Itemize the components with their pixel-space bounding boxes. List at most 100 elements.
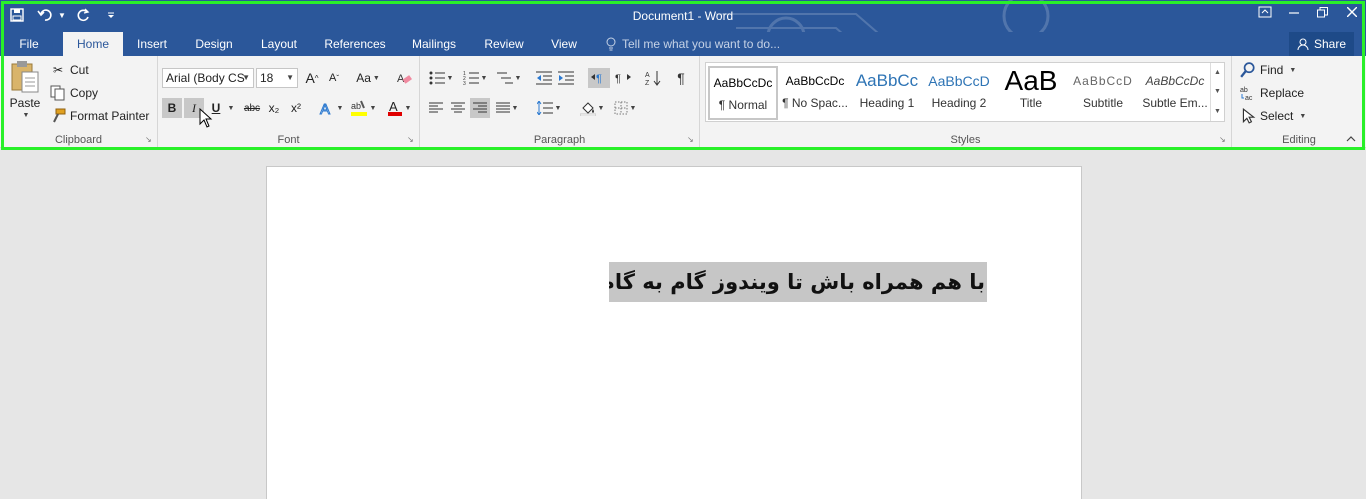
minimize-button[interactable] [1279, 0, 1308, 24]
share-button[interactable]: Share [1288, 32, 1354, 56]
style-subtle-emphasis[interactable]: AaBbCcDc Subtle Em... [1140, 66, 1210, 120]
borders-icon [614, 101, 628, 115]
font-size-value: 18 [260, 71, 274, 85]
show-hide-marks-button[interactable]: ¶ [670, 68, 692, 88]
format-painter-button[interactable]: Format Painter [50, 106, 149, 126]
gallery-more-icon[interactable]: ▼ [1214, 108, 1221, 115]
align-center-button[interactable] [448, 98, 468, 118]
numbering-button[interactable]: 123 ▼ [460, 68, 490, 88]
pointer-icon [1242, 108, 1256, 124]
bold-button[interactable]: B [162, 98, 182, 118]
replace-button[interactable]: ab ac Replace [1240, 83, 1304, 103]
font-launcher-icon[interactable]: ↘ [407, 136, 415, 144]
styles-group: AaBbCcDc ¶ Normal AaBbCcDc ¶ No Spac... … [700, 56, 1232, 148]
svg-text:Z: Z [645, 80, 650, 86]
word-window: ▼ Document1 - Word File Home Insert Desi… [0, 0, 1366, 499]
tab-layout[interactable]: Layout [254, 32, 304, 56]
tab-view[interactable]: View [546, 32, 582, 56]
superscript-button[interactable]: x² [286, 98, 306, 118]
align-left-icon [429, 102, 443, 113]
select-button[interactable]: Select ▼ [1240, 106, 1306, 126]
close-button[interactable] [1337, 0, 1366, 24]
style-normal[interactable]: AaBbCcDc ¶ Normal [708, 66, 778, 120]
svg-text:A: A [389, 99, 398, 114]
change-case-dropdown-icon: ▼ [372, 74, 380, 82]
shading-button[interactable]: ▼ [576, 98, 608, 118]
find-button[interactable]: Find ▼ [1240, 60, 1296, 80]
tab-mailings[interactable]: Mailings [406, 32, 462, 56]
style-heading-1[interactable]: AaBbCc Heading 1 [852, 66, 922, 120]
style-preview: AaBbCcDc [1145, 74, 1205, 88]
text-effects-icon: A [319, 101, 330, 117]
paragraph-launcher-icon[interactable]: ↘ [687, 136, 695, 144]
style-preview: AaB [1004, 66, 1058, 96]
decrease-indent-button[interactable] [534, 68, 554, 88]
numbering-dropdown-icon: ▼ [480, 74, 488, 82]
font-size-combo[interactable]: 18 ▼ [256, 68, 298, 88]
tab-design[interactable]: Design [190, 32, 238, 56]
style-name: Title [1019, 96, 1043, 110]
clear-formatting-button[interactable]: A [394, 68, 414, 88]
subscript-button[interactable]: x₂ [264, 98, 284, 118]
minimize-icon [1288, 12, 1299, 14]
restore-button[interactable] [1308, 0, 1337, 24]
paste-button[interactable]: Paste ▼ [6, 60, 44, 126]
svg-text:ab: ab [1240, 87, 1248, 94]
style-heading-2[interactable]: AaBbCcD Heading 2 [924, 66, 994, 120]
borders-button[interactable]: ▼ [610, 98, 640, 118]
rtl-direction-button[interactable]: ¶ [612, 68, 634, 88]
tab-home[interactable]: Home [63, 32, 123, 56]
gallery-down-icon[interactable]: ▼ [1214, 88, 1221, 95]
select-dropdown-icon: ▼ [1299, 112, 1307, 120]
justify-button[interactable]: ▼ [492, 98, 522, 118]
line-spacing-button[interactable]: ▼ [534, 98, 564, 118]
strikethrough-button[interactable]: abc [240, 98, 264, 118]
share-label: Share [1313, 37, 1346, 51]
collapse-ribbon-icon[interactable] [1346, 134, 1356, 145]
style-no-spacing[interactable]: AaBbCcDc ¶ No Spac... [780, 66, 850, 120]
align-left-button[interactable] [426, 98, 446, 118]
paragraph-group: ▼ 123 ▼ ▼ ¶ ¶ AZ ¶ ▼ ▼ ▼ ▼ Paragraph ↘ [420, 56, 700, 148]
increase-indent-button[interactable] [556, 68, 576, 88]
sort-button[interactable]: AZ [642, 68, 664, 88]
highlight-dropdown-icon: ▼ [369, 104, 377, 112]
gallery-up-icon[interactable]: ▲ [1214, 69, 1221, 76]
change-case-button[interactable]: Aa ▼ [352, 68, 384, 88]
highlighter-icon: ab [350, 100, 367, 116]
eraser-icon: A [397, 73, 412, 85]
tab-review[interactable]: Review [480, 32, 528, 56]
tab-file[interactable]: File [8, 32, 50, 56]
justify-dropdown-icon: ▼ [511, 104, 519, 112]
underline-dropdown-icon[interactable]: ▼ [224, 98, 236, 118]
styles-group-label: Styles [950, 134, 981, 146]
document-page[interactable]: با هم همراه باش تا ویندوز گام به گام یاد… [266, 166, 1082, 499]
paragraph-group-label: Paragraph [533, 134, 586, 146]
font-group-label: Font [277, 134, 300, 146]
bullets-button[interactable]: ▼ [426, 68, 456, 88]
shrink-font-icon: A [328, 72, 337, 84]
grow-font-button[interactable]: A ^ [302, 68, 322, 88]
copy-button[interactable]: Copy [50, 83, 98, 103]
style-title[interactable]: AaB Title [996, 66, 1066, 120]
shrink-font-button[interactable]: Aˇ [324, 68, 344, 88]
highlight-color-button[interactable]: ab ▼ [348, 98, 378, 118]
tell-me-box[interactable]: Tell me what you want to do... [606, 32, 780, 56]
tab-insert[interactable]: Insert [130, 32, 174, 56]
svg-text:A: A [320, 101, 330, 116]
multilevel-list-button[interactable]: ▼ [494, 68, 524, 88]
selected-text[interactable]: با هم همراه باش تا ویندوز گام به گام یاد… [609, 262, 987, 302]
ribbon-display-options-button[interactable] [1250, 0, 1279, 24]
font-color-button[interactable]: A ▼ [384, 98, 414, 118]
font-size-dropdown-icon: ▼ [286, 73, 294, 82]
clipboard-launcher-icon[interactable]: ↘ [145, 136, 153, 144]
tab-references[interactable]: References [320, 32, 390, 56]
decrease-indent-icon [536, 71, 552, 85]
cut-button[interactable]: ✂ Cut [50, 60, 89, 80]
font-name-combo[interactable]: Arial (Body CS ▼ [162, 68, 254, 88]
text-effects-button[interactable]: A ▼ [318, 98, 344, 118]
ltr-direction-button[interactable]: ¶ [588, 68, 610, 88]
align-right-button[interactable] [470, 98, 490, 118]
styles-launcher-icon[interactable]: ↘ [1219, 136, 1227, 144]
style-subtitle[interactable]: AaBbCcD Subtitle [1068, 66, 1138, 120]
magnifier-icon [1240, 62, 1255, 78]
